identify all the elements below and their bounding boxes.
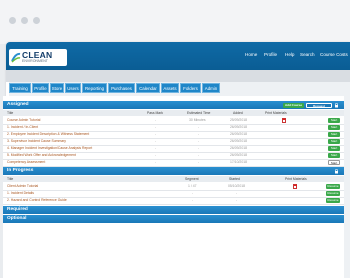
estimated-time: 30 Minutes xyxy=(189,118,206,122)
course-title-link[interactable]: 1. Incident Details xyxy=(7,190,34,197)
resume-button[interactable]: Resume xyxy=(326,191,340,196)
course-title-link[interactable]: 2. Employee Incident Description & Witne… xyxy=(7,131,89,138)
added-date: 26/09/2018 xyxy=(230,146,247,150)
section-optional[interactable]: Optional xyxy=(3,215,344,223)
added-date: 26/09/2018 xyxy=(230,125,247,129)
pass-mark: - xyxy=(155,146,157,150)
window-dot-icon xyxy=(33,17,40,24)
start-button[interactable]: Start xyxy=(328,132,340,137)
col-print-materials: Print Materials xyxy=(285,177,307,181)
table-row[interactable]: 2. Hazard and Control Reference Guide - … xyxy=(3,197,344,205)
section-title: In Progress xyxy=(7,168,34,173)
estimated-time: - xyxy=(198,153,200,157)
nav-search[interactable]: Search xyxy=(300,52,315,57)
logo[interactable]: CLEAN ENVIRONMENT xyxy=(9,49,67,66)
segment: - xyxy=(192,191,194,195)
course-title-link[interactable]: 1. Incident / In-Client xyxy=(7,124,38,131)
added-date: 26/09/2018 xyxy=(230,132,247,136)
segment: 1 / 47 xyxy=(188,184,197,188)
nav-help[interactable]: Help xyxy=(285,52,294,57)
tab-purchases[interactable]: Purchases xyxy=(108,83,135,93)
pass-mark: - xyxy=(155,125,157,129)
request-training-button[interactable]: Request Training xyxy=(306,102,332,113)
course-title-link[interactable]: 2. Hazard and Control Reference Guide xyxy=(7,197,67,204)
logo-swoosh-icon xyxy=(11,52,21,63)
started-date: - xyxy=(236,198,238,202)
section-in-progress: In Progress xyxy=(3,167,344,175)
started-date: 05/10/2018 xyxy=(228,184,245,188)
start-button[interactable]: Start xyxy=(328,146,340,151)
section-assigned: Assigned Add Course Request Training xyxy=(3,101,344,113)
logo-subtext: ENVIRONMENT xyxy=(22,59,48,63)
tab-calendar[interactable]: Calendar xyxy=(136,83,160,93)
start-button[interactable]: Start xyxy=(328,139,340,144)
tab-assets[interactable]: Assets xyxy=(161,83,179,93)
start-button[interactable]: Start xyxy=(328,118,340,123)
col-pass-mark: Pass Mark xyxy=(147,111,164,115)
pass-mark: - xyxy=(155,160,157,164)
add-course-button[interactable]: Add Course xyxy=(283,102,304,108)
nav-home[interactable]: Home xyxy=(245,52,257,57)
course-title-link[interactable]: Competency Assessment xyxy=(7,159,45,166)
top-bar: CLEAN ENVIRONMENT Home Profile Help Sear… xyxy=(6,42,350,70)
nav-course-costs[interactable]: Course Costs xyxy=(320,52,348,57)
pdf-icon[interactable] xyxy=(282,118,286,123)
col-added: Added xyxy=(233,111,243,115)
section-title: Assigned xyxy=(7,102,29,107)
col-started: Started xyxy=(229,177,240,181)
pass-mark: - xyxy=(155,153,157,157)
table-row[interactable]: Competency Assessment - - 17/10/2018 Sta… xyxy=(3,159,344,167)
section-title: Optional xyxy=(7,216,27,221)
estimated-time: - xyxy=(198,132,200,136)
start-button[interactable]: Start xyxy=(328,125,340,130)
pass-mark: - xyxy=(155,132,157,136)
assigned-table-header: Title Pass Mark Estimated Time Added Pri… xyxy=(3,110,344,116)
lock-icon[interactable] xyxy=(334,102,339,108)
added-date: 26/09/2018 xyxy=(230,153,247,157)
course-title-link[interactable]: 5. Modified Work Offer and Acknowledgeme… xyxy=(7,152,76,159)
col-segment: Segment xyxy=(185,177,199,181)
estimated-time: - xyxy=(198,146,200,150)
section-required[interactable]: Required xyxy=(3,206,344,214)
estimated-time: - xyxy=(198,160,200,164)
added-date: 17/10/2018 xyxy=(230,160,247,164)
course-title-link[interactable]: Client Admin Tutorial xyxy=(7,183,38,190)
nav-profile[interactable]: Profile xyxy=(264,52,277,57)
tab-store[interactable]: Store xyxy=(50,83,64,93)
tab-training[interactable]: Training xyxy=(9,83,31,93)
lock-icon[interactable] xyxy=(334,168,339,174)
section-title: Required xyxy=(7,207,28,212)
pass-mark: - xyxy=(155,139,157,143)
training-content: Assigned Add Course Request Training Tit… xyxy=(3,96,344,278)
browser-chrome xyxy=(0,0,350,44)
resume-button[interactable]: Resume xyxy=(326,184,340,189)
estimated-time: - xyxy=(198,139,200,143)
course-title-link[interactable]: 3. Supervisor Incident Cause Summary xyxy=(7,138,66,145)
col-title: Title xyxy=(7,177,14,181)
col-estimated-time: Estimated Time xyxy=(187,111,211,115)
sub-header-strip xyxy=(6,70,350,82)
added-date: 26/09/2018 xyxy=(230,139,247,143)
started-date: - xyxy=(236,191,238,195)
start-button[interactable]: Start xyxy=(328,160,340,165)
window-dot-icon xyxy=(21,17,28,24)
col-print-materials: Print Materials xyxy=(265,111,287,115)
in-progress-table-header: Title Segment Started Print Materials xyxy=(3,176,344,182)
tab-folders[interactable]: Folders xyxy=(180,83,201,93)
estimated-time: - xyxy=(198,125,200,129)
tab-users[interactable]: Users xyxy=(65,83,81,93)
course-title-link[interactable]: 4. Manager Incident Investigation/Cause … xyxy=(7,145,92,152)
segment: - xyxy=(192,198,194,202)
course-title-link[interactable]: Course Admin Tutorial xyxy=(7,117,40,124)
added-date: 25/09/2018 xyxy=(230,118,247,122)
pass-mark: - xyxy=(155,118,157,122)
resume-button[interactable]: Resume xyxy=(326,198,340,203)
tab-admin[interactable]: Admin xyxy=(202,83,220,93)
col-title: Title xyxy=(7,111,14,115)
tab-reporting[interactable]: Reporting xyxy=(82,83,107,93)
pdf-icon[interactable] xyxy=(293,184,297,189)
window-dot-icon xyxy=(9,17,16,24)
tab-profile[interactable]: Profile xyxy=(32,83,49,93)
start-button[interactable]: Start xyxy=(328,153,340,158)
